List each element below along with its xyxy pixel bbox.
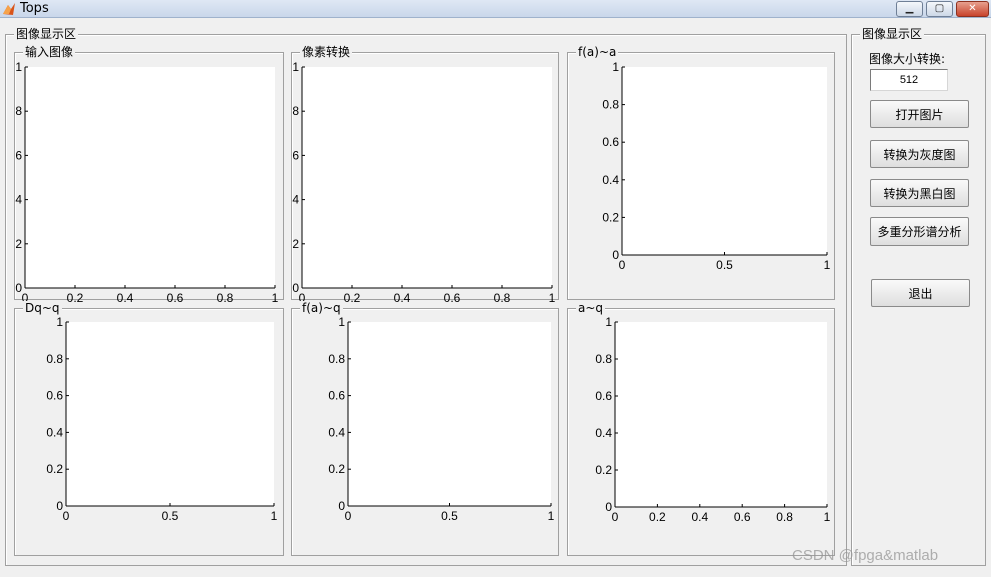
y-tick-label: 0.6 bbox=[595, 389, 612, 403]
y-tick-label: 1 bbox=[338, 315, 345, 329]
to-binary-button[interactable]: 转换为黑白图 bbox=[870, 179, 969, 207]
axes-svg: 0 0.2 0.4 0.6 0.8 1024681 bbox=[15, 60, 278, 305]
y-tick-label: 0 bbox=[338, 499, 345, 513]
x-tick-label: 0.5 bbox=[716, 258, 733, 272]
axes-panel-title: 像素转换 bbox=[300, 45, 353, 59]
y-tick-label: 1 bbox=[56, 315, 63, 329]
y-tick-label: 0.6 bbox=[46, 389, 63, 403]
maximize-button[interactable]: ▢ bbox=[926, 1, 953, 17]
maximize-icon: ▢ bbox=[934, 3, 945, 14]
y-tick-label: 0 bbox=[605, 500, 612, 514]
x-tick-label: 0.4 bbox=[117, 291, 134, 305]
title-bar: Tops ▁ ▢ ✕ bbox=[0, 0, 991, 18]
y-tick-label: 0.4 bbox=[595, 426, 612, 440]
x-tick-label: 0.2 bbox=[649, 510, 666, 524]
size-label: 图像大小转换: bbox=[869, 52, 946, 66]
axes-panel-title: 输入图像 bbox=[23, 45, 76, 59]
y-tick-label: 0.8 bbox=[46, 352, 63, 366]
y-tick-label: 6 bbox=[292, 148, 299, 162]
x-tick-label: 0.8 bbox=[494, 291, 511, 305]
exit-button[interactable]: 退出 bbox=[871, 279, 970, 307]
axes-panel-title: f(a)~a bbox=[576, 45, 619, 59]
x-tick-label: 0.8 bbox=[217, 291, 234, 305]
x-tick-label: 0.2 bbox=[67, 291, 84, 305]
axes-panel-title: f(a)~q bbox=[300, 301, 343, 315]
to-gray-button[interactable]: 转换为灰度图 bbox=[870, 140, 969, 168]
x-tick-label: 0.2 bbox=[344, 291, 361, 305]
y-tick-label: 0.6 bbox=[602, 135, 619, 149]
y-tick-label: 0.8 bbox=[602, 98, 619, 112]
x-tick-label: 0 bbox=[345, 509, 352, 523]
x-tick-label: 1 bbox=[824, 258, 831, 272]
close-icon: ✕ bbox=[968, 3, 977, 14]
y-tick-label: 0 bbox=[292, 281, 299, 295]
y-tick-label: 0.4 bbox=[46, 425, 63, 439]
y-tick-label: 2 bbox=[15, 237, 22, 251]
y-tick-label: 0.4 bbox=[328, 425, 345, 439]
x-tick-label: 0.5 bbox=[441, 509, 458, 523]
y-tick-label: 6 bbox=[15, 148, 22, 162]
axes-svg: 0 0.5 1 0 0.2 0.4 0.6 0.8 1 bbox=[602, 60, 830, 272]
x-tick-label: 0.5 bbox=[162, 509, 179, 523]
minimize-button[interactable]: ▁ bbox=[896, 1, 923, 17]
x-tick-label: 1 bbox=[548, 509, 555, 523]
y-tick-label: 0.2 bbox=[328, 462, 345, 476]
y-tick-label: 1 bbox=[612, 60, 619, 74]
axes-panel-title: a~q bbox=[576, 301, 606, 315]
y-tick-label: 2 bbox=[292, 237, 299, 251]
y-tick-label: 0.4 bbox=[602, 173, 619, 187]
plot-axes-6[interactable]: 0 0.2 0.4 0.6 0.8 1 0 0.2 0.4 0.6 0.8 1 bbox=[595, 315, 830, 524]
size-input[interactable] bbox=[870, 69, 948, 91]
display-panel-title: 图像显示区 bbox=[14, 27, 79, 41]
y-tick-label: 1 bbox=[605, 315, 612, 329]
axes-svg: 0 0.5 1 0 0.2 0.4 0.6 0.8 1 bbox=[328, 315, 554, 523]
matlab-icon bbox=[3, 3, 15, 15]
y-tick-label: 0 bbox=[612, 248, 619, 262]
y-tick-label: 0.2 bbox=[595, 463, 612, 477]
x-tick-label: 0.6 bbox=[444, 291, 461, 305]
x-tick-label: 0 bbox=[63, 509, 70, 523]
plot-axes-5[interactable]: 0 0.5 1 0 0.2 0.4 0.6 0.8 1 bbox=[328, 315, 554, 523]
minimize-icon: ▁ bbox=[905, 3, 914, 14]
x-tick-label: 0.4 bbox=[691, 510, 708, 524]
y-tick-label: 0 bbox=[56, 499, 63, 513]
window-title: Tops bbox=[20, 1, 49, 16]
y-tick-label: 0.8 bbox=[328, 352, 345, 366]
x-tick-label: 0 bbox=[619, 258, 626, 272]
x-tick-label: 0.8 bbox=[776, 510, 793, 524]
x-tick-label: 1 bbox=[271, 509, 278, 523]
y-tick-label: 8 bbox=[15, 104, 22, 118]
y-tick-label: 0.8 bbox=[595, 352, 612, 366]
plot-axes-4[interactable]: 0 0.5 1 0 0.2 0.4 0.6 0.8 1 bbox=[46, 315, 277, 523]
axes-svg: 0 0.2 0.4 0.6 0.8 1 0 0.2 0.4 0.6 0.8 1 bbox=[595, 315, 830, 524]
axes-svg: 0 0.5 1 0 0.2 0.4 0.6 0.8 1 bbox=[46, 315, 277, 523]
x-tick-label: 1 bbox=[549, 291, 556, 305]
y-tick-label: 0.2 bbox=[602, 210, 619, 224]
y-tick-label: 1 bbox=[15, 60, 22, 74]
y-tick-label: 0.2 bbox=[46, 462, 63, 476]
y-tick-label: 4 bbox=[292, 193, 299, 207]
plot-axes-3[interactable]: 0 0.5 1 0 0.2 0.4 0.6 0.8 1 bbox=[602, 60, 830, 272]
open-image-button[interactable]: 打开图片 bbox=[870, 100, 969, 128]
x-tick-label: 1 bbox=[272, 291, 279, 305]
axes-svg: 0 0.2 0.4 0.6 0.8 1024681 bbox=[292, 60, 555, 305]
watermark: CSDN @fpga&matlab bbox=[792, 547, 939, 564]
x-tick-label: 1 bbox=[824, 510, 831, 524]
plot-axes-1[interactable]: 0 0.2 0.4 0.6 0.8 1 0 2 4 6 8 1 bbox=[15, 60, 278, 305]
close-button[interactable]: ✕ bbox=[956, 1, 989, 17]
y-tick-label: 0.6 bbox=[328, 389, 345, 403]
y-tick-label: 1 bbox=[292, 60, 299, 74]
x-tick-label: 0.4 bbox=[394, 291, 411, 305]
plot-axes-2[interactable]: 0 0.2 0.4 0.6 0.8 1 0 2 4 6 8 1 bbox=[292, 60, 555, 305]
x-tick-label: 0 bbox=[612, 510, 619, 524]
y-tick-label: 0 bbox=[15, 281, 22, 295]
control-panel-title: 图像显示区 bbox=[860, 27, 925, 41]
y-tick-label: 4 bbox=[15, 193, 22, 207]
y-tick-label: 8 bbox=[292, 104, 299, 118]
x-tick-label: 0.6 bbox=[167, 291, 184, 305]
x-tick-label: 0.6 bbox=[734, 510, 751, 524]
axes-panel-title: Dq~q bbox=[23, 301, 62, 315]
multifractal-analysis-button[interactable]: 多重分形谱分析 bbox=[870, 217, 969, 246]
